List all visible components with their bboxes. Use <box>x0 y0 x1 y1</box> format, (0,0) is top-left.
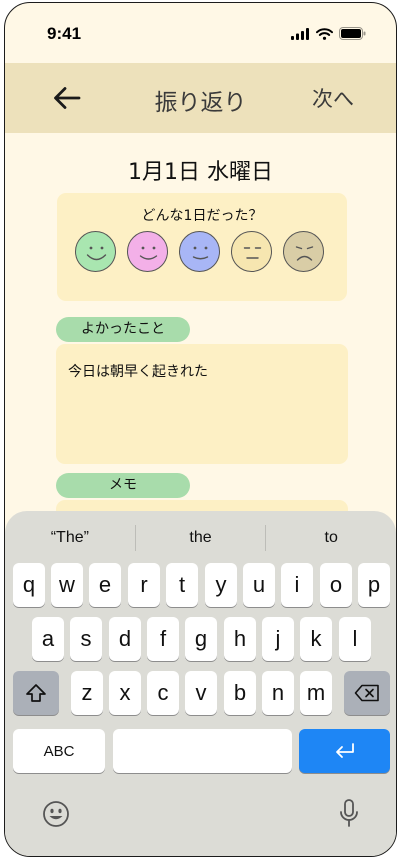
key-u[interactable]: u <box>243 563 275 607</box>
key-l[interactable]: l <box>339 617 371 661</box>
key-g[interactable]: g <box>185 617 217 661</box>
memo-label: メモ <box>56 473 190 498</box>
good-things-text: 今日は朝早く起きれた <box>68 364 208 380</box>
delete-key[interactable] <box>344 671 390 715</box>
navigation-bar: 振り返り 次へ <box>5 63 396 133</box>
dictation-button[interactable] <box>337 798 361 830</box>
suggestion-item[interactable]: “The” <box>5 523 135 553</box>
next-button[interactable]: 次へ <box>312 83 354 113</box>
suggestion-item[interactable]: to <box>266 523 396 553</box>
content-face-icon <box>192 246 209 260</box>
key-q[interactable]: q <box>13 563 45 607</box>
key-m[interactable]: m <box>300 671 332 715</box>
return-icon <box>335 743 354 758</box>
key-a[interactable]: a <box>32 617 64 661</box>
key-e[interactable]: e <box>89 563 121 607</box>
key-t[interactable]: t <box>166 563 198 607</box>
status-bar: 9:41 <box>5 3 396 63</box>
key-z[interactable]: z <box>71 671 103 715</box>
status-time: 9:41 <box>47 24 82 43</box>
key-n[interactable]: n <box>262 671 294 715</box>
key-s[interactable]: s <box>70 617 102 661</box>
backspace-icon <box>354 684 379 702</box>
date-heading: 1月1日 水曜日 <box>128 160 273 185</box>
key-d[interactable]: d <box>109 617 141 661</box>
key-h[interactable]: h <box>224 617 256 661</box>
space-key[interactable] <box>113 729 292 773</box>
microphone-icon <box>340 799 358 827</box>
shift-key[interactable] <box>13 671 59 715</box>
key-o[interactable]: o <box>320 563 352 607</box>
face-neutral-button[interactable] <box>231 231 272 272</box>
abc-key[interactable]: ABC <box>13 729 105 773</box>
key-c[interactable]: c <box>147 671 179 715</box>
wifi-icon <box>316 27 333 40</box>
shift-icon <box>26 684 46 702</box>
key-k[interactable]: k <box>300 617 332 661</box>
key-p[interactable]: p <box>358 563 390 607</box>
phone-screen: 9:41 振り返り 次へ 1月1日 水曜日 どんな1日だった？ よかったこと 今… <box>4 2 397 857</box>
key-i[interactable]: i <box>281 563 313 607</box>
key-w[interactable]: w <box>51 563 83 607</box>
neutral-face-icon <box>243 247 262 259</box>
suggestion-bar: “The” the to <box>5 523 396 553</box>
signal-icon <box>291 27 309 40</box>
face-happy-button[interactable] <box>127 231 168 272</box>
happy-face-icon <box>139 246 158 260</box>
keyboard: “The” the to q w e r t y u i o p a s d f… <box>5 511 396 856</box>
suggestion-item[interactable]: the <box>136 523 266 553</box>
mood-question: どんな1日だった？ <box>141 208 263 224</box>
return-key[interactable] <box>299 729 390 773</box>
very-happy-face-icon <box>86 246 107 261</box>
face-sad-button[interactable] <box>283 231 324 272</box>
key-y[interactable]: y <box>205 563 237 607</box>
sad-face-icon <box>295 246 314 261</box>
battery-icon <box>339 27 366 40</box>
key-v[interactable]: v <box>185 671 217 715</box>
key-j[interactable]: j <box>262 617 294 661</box>
emoji-icon <box>43 801 69 827</box>
mood-card: どんな1日だった？ <box>57 193 347 301</box>
key-x[interactable]: x <box>109 671 141 715</box>
face-very-happy-button[interactable] <box>75 231 116 272</box>
mood-faces <box>75 231 324 272</box>
key-b[interactable]: b <box>224 671 256 715</box>
emoji-button[interactable] <box>41 799 71 829</box>
status-icons <box>291 27 366 40</box>
good-things-label: よかったこと <box>56 317 190 342</box>
key-r[interactable]: r <box>128 563 160 607</box>
good-things-textarea[interactable]: 今日は朝早く起きれた <box>56 344 348 464</box>
key-f[interactable]: f <box>147 617 179 661</box>
face-content-button[interactable] <box>179 231 220 272</box>
